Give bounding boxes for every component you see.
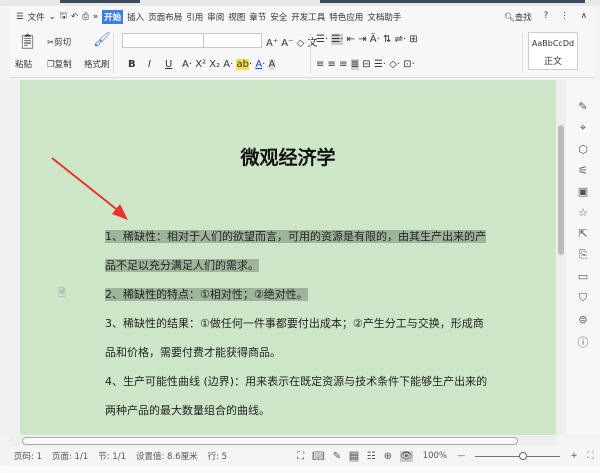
tab-special[interactable]: 特色应用 — [329, 11, 363, 23]
shapes-icon[interactable]: ⬡ — [578, 143, 588, 156]
file-menu[interactable]: 文件 — [28, 11, 45, 23]
settings-sliders-icon[interactable]: ⚟ — [578, 164, 588, 177]
search-button[interactable]: 🔍︎查找 — [504, 11, 532, 23]
zoom-out-button[interactable]: — — [457, 451, 466, 461]
status-pages: 页面: 1/1 — [51, 452, 89, 462]
paragraph-4-line-2: 两种产品的最大数量组合的曲线。 — [105, 404, 270, 417]
chevron-down-icon[interactable]: ⌄ — [49, 12, 56, 22]
data-icon[interactable]: ⊜ — [578, 313, 587, 326]
vertical-scrollbar[interactable] — [556, 80, 566, 435]
tab-chapter[interactable]: 章节 — [249, 11, 266, 23]
tab-references[interactable]: 引用 — [186, 11, 203, 23]
horizontal-scrollbar[interactable] — [10, 436, 556, 446]
paragraph-1-line-1: 1、稀缺性：相对于人们的欲望而言，可用的资源是有限的，由其生产出来的产 — [105, 230, 486, 243]
cursor-icon[interactable]: ⌖ — [580, 121, 586, 135]
text-effects-buttons[interactable]: A· X² X₂ A· ab· A· A — [182, 59, 276, 70]
status-section: 节: 1/1 — [98, 452, 126, 462]
more-menu[interactable]: » — [93, 12, 98, 22]
box-icon[interactable]: ▭ — [578, 270, 588, 283]
document-page[interactable]: 微观经济学 1、稀缺性：相对于人们的欲望而言，可用的资源是有限的，由其生产出来的… — [20, 80, 556, 435]
paragraph-1-line-2: 品不足以充分满足人们的需求。 — [105, 259, 259, 272]
tab-security[interactable]: 安全 — [270, 11, 287, 23]
edit-pen-icon[interactable]: ✎ — [333, 451, 341, 462]
help-circle-icon[interactable]: ⓘ — [578, 334, 589, 350]
paste-icon[interactable]: 📋︎ — [18, 32, 37, 50]
collapse-ribbon-icon[interactable]: ∧ — [581, 11, 587, 23]
star-icon[interactable]: ☆ — [578, 206, 588, 219]
zoom-in-button[interactable]: + — [570, 451, 577, 461]
copy-button[interactable]: ❐复制 — [47, 58, 72, 70]
underline-button[interactable]: U — [165, 59, 172, 70]
share-icon[interactable]: ⇱ — [578, 227, 587, 240]
tab-developer[interactable]: 开发工具 — [291, 11, 325, 23]
ribbon-toolbar: 📋︎ 粘贴 ✂剪切 ❐复制 🖌︎ 格式刷 A⁺ A⁻ ◇ 文 B I U A· … — [10, 28, 595, 78]
eye-protection-icon[interactable]: 👁︎ — [399, 450, 413, 462]
tab-insert[interactable]: 插入 — [127, 11, 144, 23]
red-arrow-annotation — [51, 157, 128, 220]
status-page: 页码: 1 — [14, 452, 42, 462]
help-button[interactable]: ? — [544, 11, 549, 23]
bottom-strip — [0, 466, 600, 473]
copy-icon: ❐ — [47, 60, 55, 70]
reading-mode-icon[interactable]: 📖︎ — [312, 451, 325, 462]
format-painter-button[interactable]: 格式刷 — [84, 58, 110, 70]
status-bar: 页码: 1 页面: 1/1 节: 1/1 设置值: 8.6厘米 行: 5 ⛶ 📖… — [10, 446, 600, 466]
tab-home[interactable]: 开始 — [102, 10, 124, 24]
bold-button[interactable]: B — [128, 59, 136, 70]
fullscreen-icon[interactable]: ⛶ — [297, 451, 304, 462]
format-painter-icon[interactable]: 🖌︎ — [93, 32, 111, 48]
paragraph-handle-icon[interactable]: 🗎︎ — [58, 286, 66, 303]
zoom-slider[interactable] — [475, 451, 561, 460]
paragraph-3-line-2: 品和价格，需要付费才能获得商品。 — [105, 346, 281, 359]
paste-button[interactable]: 粘贴 — [15, 58, 32, 70]
list-buttons[interactable]: ☰· ☰· ⇤ ⇥ Ä· ⇅ ⇌· ⊞ — [316, 34, 418, 45]
search-icon: 🔍︎ — [503, 13, 515, 23]
fit-window-icon[interactable]: ⛶ — [588, 451, 594, 461]
paragraph-4-line-1: 4、生产可能性曲线 (边界)：用来表示在既定资源与技术条件下能够生产出来的 — [105, 375, 488, 388]
tab-doc-assistant[interactable]: 文档助手 — [367, 11, 401, 23]
page-view-icon[interactable]: ▤ — [349, 450, 359, 462]
tab-page-layout[interactable]: 页面布局 — [148, 11, 182, 23]
cut-button[interactable]: ✂剪切 — [47, 36, 71, 48]
image-icon[interactable]: ▣ — [578, 185, 588, 198]
right-sidebar: ✎ ⌖ ⬡ ⚟ ▣ ☆ ⇱ ⎘ ▭ ⛉ ⊜ ⓘ — [566, 80, 600, 435]
status-line: 行: 5 — [207, 452, 228, 462]
print-icon[interactable]: ⎙ — [82, 12, 89, 22]
left-margin — [0, 80, 20, 435]
tab-review[interactable]: 审阅 — [207, 11, 224, 23]
outline-view-icon[interactable]: ☷ — [367, 451, 376, 462]
hamburger-icon[interactable]: ☰ — [16, 12, 24, 22]
zoom-select[interactable]: 100% — [423, 451, 447, 461]
clip-icon[interactable]: ⎘ — [579, 248, 588, 262]
shield-icon[interactable]: ⛉ — [579, 291, 587, 305]
save-icon[interactable]: 🖫 — [60, 10, 67, 24]
more-options-icon[interactable]: ⋮ — [560, 11, 569, 23]
menu-bar: ☰ 文件 ⌄ 🖫 ↶ ⎙ » 开始 插入 页面布局 引用 审阅 视图 章节 安全… — [10, 6, 595, 28]
paragraph-3-line-1: 3、稀缺性的结果：①做任何一件事都要付出成本；②产生分工与交换，形成商 — [105, 317, 484, 330]
web-view-icon[interactable]: ⊕ — [384, 451, 392, 462]
tab-view[interactable]: 视图 — [228, 11, 245, 23]
italic-button[interactable]: I — [148, 59, 151, 70]
pen-icon[interactable]: ✎ — [578, 100, 587, 113]
font-name-select[interactable] — [122, 33, 262, 48]
status-setting: 设置值: 8.6厘米 — [135, 452, 198, 462]
paragraph-2: 2、稀缺性的特点：①相对性；②绝对性。 — [105, 288, 308, 301]
style-normal[interactable]: AaBbCcDd 正文 — [528, 32, 578, 70]
align-buttons[interactable]: ≡ ≡ ≡ ≣ ⊟ ☰· ◇· ⊡· — [316, 59, 415, 70]
undo-icon[interactable]: ↶ — [71, 12, 78, 22]
